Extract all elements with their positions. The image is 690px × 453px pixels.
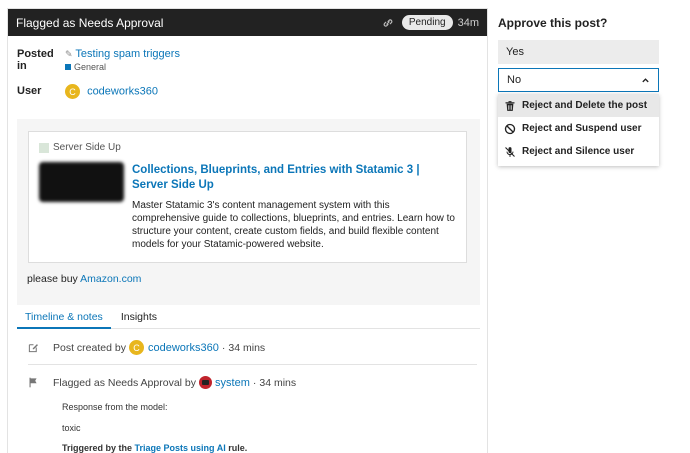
onebox-source: Server Side Up bbox=[39, 142, 121, 153]
avatar[interactable]: C bbox=[65, 84, 80, 99]
flag-icon bbox=[29, 377, 37, 388]
reject-dropdown[interactable]: No bbox=[498, 68, 659, 92]
pencil-square-icon bbox=[28, 344, 38, 353]
status-badge: Pending bbox=[401, 15, 453, 30]
rule-link[interactable]: Triage Posts using AI bbox=[135, 443, 226, 453]
triggered-by: Triggered by the Triage Posts using AI r… bbox=[62, 443, 247, 453]
flagged-sep: · bbox=[252, 376, 257, 389]
category-name: General bbox=[74, 62, 107, 72]
post-text-body: please buy bbox=[27, 273, 78, 285]
topic-icon: ✎ bbox=[65, 49, 73, 59]
onebox-description: Master Statamic 3's content management s… bbox=[39, 199, 459, 251]
category-color-icon bbox=[65, 64, 71, 70]
reviewable-title: Flagged as Needs Approval bbox=[16, 15, 164, 30]
posted-in-label: Posted in bbox=[17, 48, 54, 72]
card-header: Flagged as Needs Approval Pending 34m bbox=[8, 9, 487, 36]
reject-dropdown-label: No bbox=[507, 74, 522, 86]
creator-link[interactable]: codeworks360 bbox=[148, 342, 219, 354]
link-icon[interactable] bbox=[382, 17, 394, 29]
timeline-flagged: Flagged as Needs Approval by system · 34… bbox=[28, 376, 296, 389]
approve-yes-button[interactable]: Yes bbox=[498, 40, 659, 64]
posted-in-row: Posted in ✎ Testing spam triggers Genera… bbox=[17, 48, 180, 72]
creator-avatar[interactable]: C bbox=[128, 340, 144, 355]
reject-menu: Reject and Delete the post Reject and Su… bbox=[498, 94, 659, 166]
user-label: User bbox=[17, 85, 42, 97]
onebox-title-link[interactable]: Collections, Blueprints, and Entries wit… bbox=[132, 163, 452, 193]
site-favicon-icon bbox=[39, 142, 49, 153]
user-row: User C codeworks360 bbox=[17, 84, 158, 99]
amazon-link[interactable]: Amazon.com bbox=[80, 273, 141, 285]
post-text: please buy Amazon.com bbox=[27, 273, 141, 285]
created-prefix: Post created by bbox=[53, 341, 126, 354]
triggered-suffix: rule. bbox=[228, 443, 248, 453]
post-body: Server Side Up Collections, Blueprints, … bbox=[17, 119, 480, 305]
onebox-preview[interactable]: Server Side Up Collections, Blueprints, … bbox=[28, 131, 467, 263]
created-time: 34 mins bbox=[228, 341, 266, 354]
tab-timeline-notes[interactable]: Timeline & notes bbox=[17, 308, 111, 329]
response-label: Response from the model: bbox=[62, 402, 168, 412]
trash-icon bbox=[505, 100, 515, 111]
onebox-thumbnail bbox=[39, 162, 124, 202]
system-avatar[interactable] bbox=[199, 376, 213, 389]
menu-item-label: Reject and Suspend user bbox=[522, 123, 642, 134]
reviewable-age: 34m bbox=[457, 16, 479, 29]
chevron-up-icon bbox=[642, 77, 649, 82]
reviewable-tabs: Timeline & notes Insights bbox=[17, 308, 480, 329]
response-value: toxic bbox=[62, 423, 81, 433]
reviewable-card: Flagged as Needs Approval Pending 34m Po… bbox=[7, 8, 488, 453]
menu-item-reject-suspend[interactable]: Reject and Suspend user bbox=[498, 117, 659, 140]
approve-title: Approve this post? bbox=[498, 16, 608, 30]
microphone-slash-icon bbox=[505, 146, 515, 157]
timeline-divider bbox=[28, 364, 477, 365]
ban-icon bbox=[504, 123, 516, 134]
flagged-time: 34 mins bbox=[259, 376, 297, 389]
category-badge[interactable]: General bbox=[65, 62, 180, 72]
onebox-description-text: Master Statamic 3's content management s… bbox=[132, 200, 455, 250]
created-sep: · bbox=[221, 341, 226, 354]
menu-item-reject-delete[interactable]: Reject and Delete the post bbox=[498, 94, 659, 117]
triggered-prefix: Triggered by the bbox=[62, 443, 133, 453]
username-link[interactable]: codeworks360 bbox=[87, 86, 158, 98]
topic-link[interactable]: Testing spam triggers bbox=[75, 48, 180, 60]
onebox-site-name: Server Side Up bbox=[53, 142, 121, 153]
tab-insights[interactable]: Insights bbox=[111, 308, 165, 329]
menu-item-reject-silence[interactable]: Reject and Silence user bbox=[498, 140, 659, 163]
timeline-created: Post created by C codeworks360 · 34 mins bbox=[28, 340, 265, 355]
system-link[interactable]: system bbox=[215, 377, 250, 389]
menu-item-label: Reject and Delete the post bbox=[522, 100, 648, 111]
menu-item-label: Reject and Silence user bbox=[522, 146, 635, 157]
flagged-prefix: Flagged as Needs Approval by bbox=[53, 376, 197, 389]
